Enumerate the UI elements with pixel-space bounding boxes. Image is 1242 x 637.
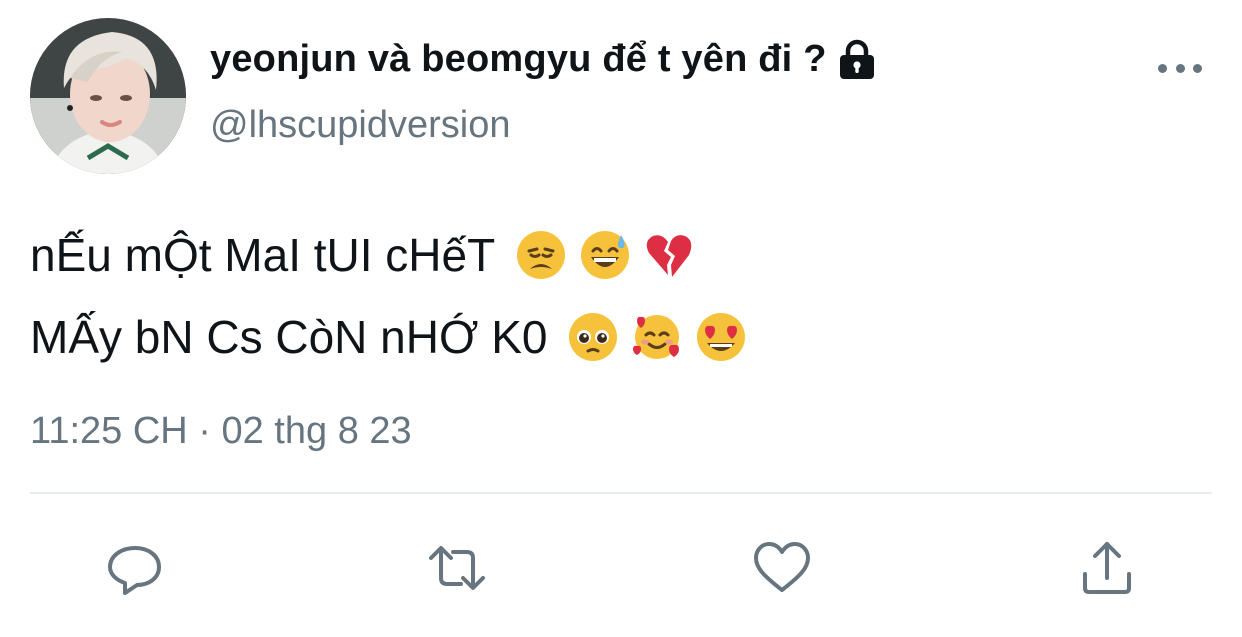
tweet-text: nẾu mỘt MaI tUI cHếT MẤy bN Cs CòN nHỚ K… [30, 214, 747, 378]
tweet-card: yeonjun và beomgyu để t yên đi ? @lhscup… [0, 0, 1242, 637]
weary-face-emoji-icon [517, 231, 566, 279]
pleading-face-emoji-icon [569, 313, 618, 361]
author-display-name[interactable]: yeonjun và beomgyu để t yên đi ? [210, 38, 827, 81]
share-button[interactable] [1077, 538, 1137, 598]
comment-icon [108, 546, 161, 595]
more-dot-icon [1175, 63, 1185, 73]
retweet-icon [429, 546, 485, 590]
tweet-line-text: MẤy bN Cs CòN nHỚ K0 [30, 311, 548, 363]
heart-icon [754, 542, 810, 592]
tweet-timestamp[interactable]: 11:25 CH · 02 thg 8 23 [30, 410, 412, 453]
author-name-row: yeonjun và beomgyu để t yên đi ? [210, 38, 877, 81]
avatar[interactable] [30, 18, 186, 174]
smiling-hearts-emoji-icon [633, 315, 680, 359]
tweet-line: MẤy bN Cs CòN nHỚ K0 [30, 296, 747, 378]
share-icon [1083, 542, 1131, 594]
divider [30, 492, 1212, 494]
heart-eyes-emoji-icon [697, 313, 746, 361]
avatar-photo-icon [30, 18, 186, 174]
retweet-button[interactable] [427, 538, 487, 598]
grinning-sweat-emoji-icon [581, 231, 630, 279]
author-handle[interactable]: @lhscupidversion [210, 104, 511, 147]
more-dot-icon [1158, 63, 1167, 73]
broken-heart-emoji-icon [646, 235, 692, 277]
reply-button[interactable] [105, 538, 165, 598]
more-options-button[interactable] [1158, 54, 1202, 82]
tweet-line-text: nẾu mỘt MaI tUI cHếT [30, 229, 496, 281]
more-dot-icon [1193, 63, 1202, 73]
tweet-line: nẾu mỘt MaI tUI cHếT [30, 214, 747, 296]
like-button[interactable] [752, 538, 812, 598]
lock-icon [837, 39, 877, 81]
